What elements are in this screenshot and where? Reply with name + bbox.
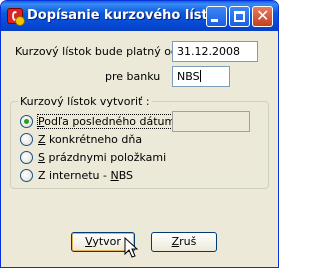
radio-button[interactable] [20,133,33,146]
group-legend: Kurzový lístok vytvoriť : [18,95,152,108]
radio-label: S prázdnymi položkami [38,151,167,164]
title-bar[interactable]: Dopísanie kurzového lístka ✕ [1,1,278,31]
valid-from-label: Kurzový lístok bude platný od: [15,45,182,58]
maximize-button[interactable] [229,6,250,27]
radio-label: Z konkrétneho dňa [38,133,143,146]
minimize-button[interactable] [206,6,227,27]
app-icon[interactable] [7,8,25,26]
radio-button[interactable] [20,169,33,182]
text-caret [199,70,201,82]
dialog-window: Dopísanie kurzového lístka ✕ Kurzový lís… [0,0,279,268]
valid-from-input[interactable]: 31.12.2008 [172,41,258,62]
bank-input[interactable]: NBS [172,66,230,87]
window-title: Dopísanie kurzového lístka [27,8,226,23]
close-icon: ✕ [256,6,270,25]
close-button[interactable]: ✕ [252,6,273,27]
bank-label: pre banku [105,70,161,83]
maximize-icon [234,11,245,22]
radio-button[interactable] [20,151,33,164]
minimize-icon [211,19,218,22]
radio-label: Podľa posledného dátumu [36,114,184,129]
cancel-button[interactable]: Zruš [151,232,217,252]
mouse-pointer-icon [124,237,139,258]
radio-button-checked[interactable] [20,115,33,128]
date-input-disabled [172,111,250,132]
radio-label: Z internetu - NBS [38,169,134,182]
